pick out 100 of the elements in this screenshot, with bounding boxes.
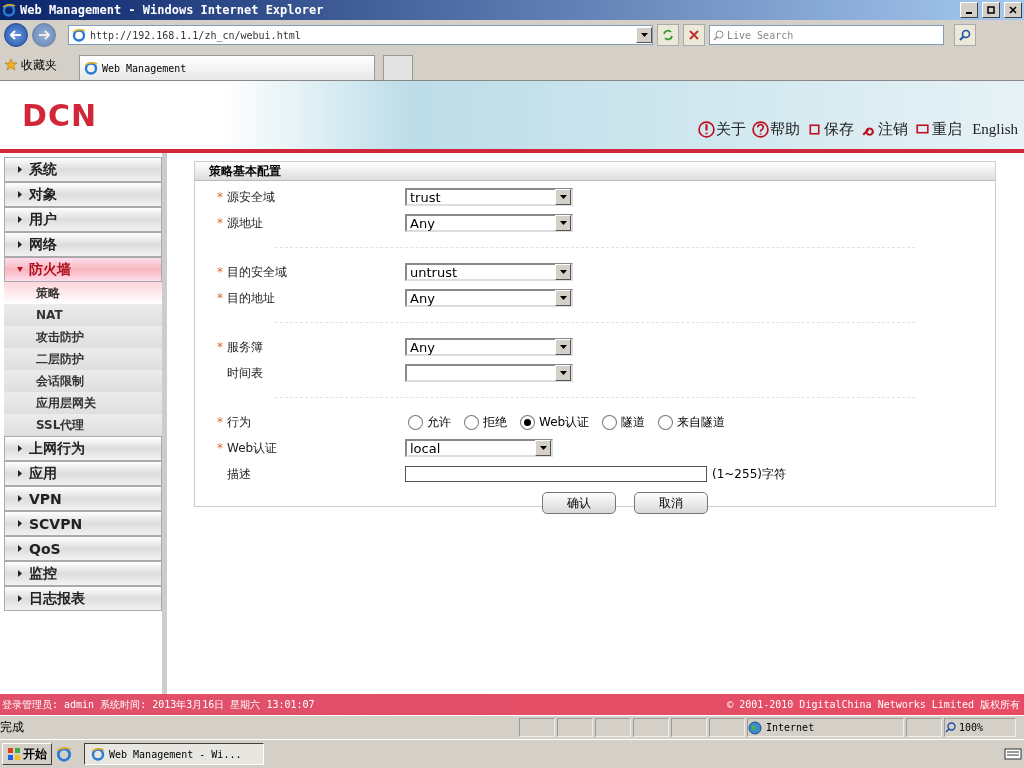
header-link[interactable]: 注销 (860, 120, 909, 139)
menu-item[interactable]: QoS (4, 536, 162, 561)
favorites-label[interactable]: 收藏夹 (21, 56, 57, 74)
dropdown-field[interactable]: Any (405, 289, 573, 307)
submenu-item[interactable]: 攻击防护 (4, 326, 162, 348)
taskbar-button[interactable]: Web Management - Wi... (84, 743, 264, 765)
dropdown-field[interactable]: local (405, 439, 553, 457)
menu-item[interactable]: 日志报表 (4, 586, 162, 611)
menu-item[interactable]: 监控 (4, 561, 162, 586)
status-pane (519, 718, 555, 737)
zoom-icon (945, 722, 956, 733)
caret-icon (539, 446, 547, 450)
dropdown-field[interactable]: untrust (405, 263, 573, 281)
close-button[interactable] (1004, 2, 1022, 18)
stop-button[interactable] (683, 24, 705, 46)
caret-right-icon (17, 445, 23, 452)
status-pane (671, 718, 707, 737)
zone-indicator: Internet (747, 718, 904, 737)
back-button[interactable] (4, 23, 28, 47)
status-pane (595, 718, 631, 737)
browser-icon (84, 61, 98, 75)
menu-item[interactable]: 对象 (4, 182, 162, 207)
radio-option[interactable]: 拒绝 (465, 413, 507, 431)
required-mark: * (217, 291, 223, 305)
menu-item[interactable]: 网络 (4, 232, 162, 257)
caret-icon (559, 296, 567, 300)
search-icon (959, 29, 971, 41)
info-icon (698, 121, 716, 138)
required-mark: * (217, 265, 223, 279)
required-mark: * (217, 415, 223, 429)
dropdown-field[interactable] (405, 364, 573, 382)
refresh-icon (662, 29, 674, 41)
menu-item[interactable]: 系统 (4, 157, 162, 182)
radio-option[interactable]: 隧道 (603, 413, 646, 431)
submenu-item[interactable]: 策略 (4, 282, 162, 304)
status-pane (906, 718, 942, 737)
caret-icon (559, 221, 567, 225)
zoom-control[interactable]: 100% (944, 718, 1016, 737)
close-icon (689, 30, 699, 40)
header-link[interactable]: 关于 (698, 120, 747, 139)
cancel-button[interactable]: 取消 (634, 492, 708, 514)
field-label: 服务簿 (227, 338, 263, 356)
search-field[interactable]: Live Search (709, 25, 944, 45)
radio-option[interactable]: 允许 (409, 413, 451, 431)
browser-icon (91, 747, 105, 761)
start-button[interactable]: 开始 (2, 743, 52, 765)
menu-item[interactable]: 应用 (4, 461, 162, 486)
hint-text: (1~255)字符 (712, 465, 786, 483)
required-mark: * (217, 190, 223, 204)
submenu-item[interactable]: SSL代理 (4, 414, 162, 436)
caret-icon (559, 195, 567, 199)
field-label: Web认证 (227, 439, 278, 457)
menu-item[interactable]: 上网行为 (4, 436, 162, 461)
forward-button[interactable] (32, 23, 56, 47)
status-pane (633, 718, 669, 737)
browser-icon (2, 3, 16, 17)
submenu-item[interactable]: 会话限制 (4, 370, 162, 392)
search-button[interactable] (954, 24, 976, 46)
minimize-button[interactable] (960, 2, 978, 18)
submenu-item[interactable]: 二层防护 (4, 348, 162, 370)
status-text: 完成 (0, 719, 25, 736)
dropdown-field[interactable]: Any (405, 214, 573, 232)
status-pane (557, 718, 593, 737)
header-link[interactable]: 重启 (914, 120, 963, 139)
refresh-button[interactable] (657, 24, 679, 46)
menu-item[interactable]: 用户 (4, 207, 162, 232)
arrow-left-icon (10, 30, 22, 40)
menu-item[interactable]: 防火墙 (4, 257, 162, 282)
caret-right-icon (17, 545, 23, 552)
dropdown-field[interactable]: trust (405, 188, 573, 206)
menu-item[interactable]: SCVPN (4, 511, 162, 536)
panel-title: 策略基本配置 (195, 162, 995, 181)
radio-option[interactable]: 来自隧道 (659, 413, 726, 431)
browser-icon (72, 28, 86, 42)
caret-right-icon (17, 570, 23, 577)
browser-tab[interactable]: Web Management (79, 55, 375, 80)
star-icon (4, 58, 18, 72)
field-label: 行为 (227, 413, 251, 431)
caret-icon (559, 345, 567, 349)
globe-icon (748, 720, 762, 735)
header-link[interactable]: 帮助 (752, 120, 801, 139)
submenu-item[interactable]: 应用层网关 (4, 392, 162, 414)
address-field[interactable]: http://192.168.1.1/zh_cn/webui.html (68, 25, 653, 45)
logo: DCN (22, 97, 99, 133)
caret-right-icon (17, 216, 23, 223)
required-mark: * (217, 340, 223, 354)
radio-option[interactable]: Web认证 (521, 413, 590, 431)
caret-icon (559, 270, 567, 274)
submenu-item[interactable]: NAT (4, 304, 162, 326)
maximize-button[interactable] (982, 2, 1000, 18)
header-link[interactable]: 保存 (806, 120, 855, 139)
confirm-button[interactable]: 确认 (542, 492, 616, 514)
input-field[interactable] (405, 466, 707, 482)
language-link[interactable]: English (972, 121, 1018, 138)
copyright-text: © 2001-2010 DigitalChina Networks Limited 版权所有 (727, 697, 1020, 712)
field-label: 描述 (227, 465, 251, 483)
menu-item[interactable]: VPN (4, 486, 162, 511)
field-label: 目的安全域 (227, 263, 287, 281)
field-label: 源安全域 (227, 188, 275, 206)
dropdown-field[interactable]: Any (405, 338, 573, 356)
